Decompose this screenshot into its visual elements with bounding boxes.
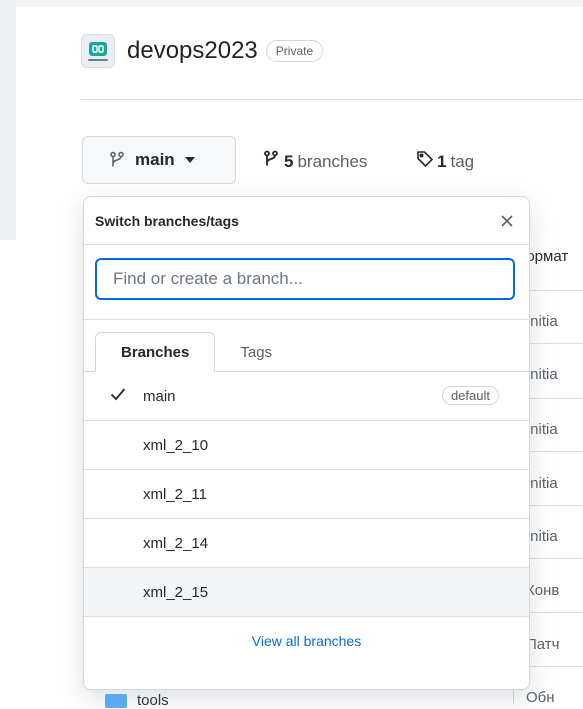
git-branch-icon: [109, 151, 125, 169]
branches-label: branches: [297, 151, 368, 171]
commit-message[interactable]: Обн: [526, 689, 555, 706]
tags-label: tag: [450, 151, 475, 171]
close-icon[interactable]: [501, 211, 513, 231]
branch-name: xml_2_11: [143, 485, 207, 503]
branch-search-input[interactable]: [95, 258, 515, 300]
commit-message[interactable]: Initia: [526, 421, 558, 438]
branch-item-main[interactable]: main default: [84, 372, 529, 421]
commit-message[interactable]: Initia: [526, 528, 558, 545]
search-section: [84, 245, 529, 320]
check-icon: [110, 387, 126, 405]
branch-item[interactable]: xml_2_14: [84, 519, 529, 568]
branch-switch-dropdown: Switch branches/tags Branches Tags main …: [83, 196, 530, 690]
branch-select-button[interactable]: main: [82, 136, 236, 184]
branch-item[interactable]: xml_2_10: [84, 421, 529, 470]
default-badge: default: [441, 386, 499, 405]
commit-message[interactable]: Конв: [526, 582, 559, 599]
tab-tags[interactable]: Tags: [215, 332, 297, 372]
view-all-branches-link[interactable]: View all branches: [84, 617, 529, 665]
top-strip: [0, 0, 583, 7]
branch-item[interactable]: xml_2_11: [84, 470, 529, 519]
current-branch-label: main: [135, 150, 175, 169]
header-divider: [81, 99, 583, 100]
dropdown-header: Switch branches/tags: [84, 197, 529, 245]
left-strip: [0, 0, 16, 240]
branch-name: xml_2_15: [143, 583, 209, 601]
org-logo-icon: [89, 41, 107, 56]
git-branch-icon: [264, 150, 278, 173]
tags-count-link[interactable]: 1 tag: [416, 150, 474, 173]
branch-item[interactable]: xml_2_15: [84, 568, 529, 617]
dropdown-title: Switch branches/tags: [95, 212, 239, 229]
branch-name: main: [143, 387, 176, 405]
tab-branches[interactable]: Branches: [95, 332, 216, 372]
folder-name[interactable]: tools: [137, 692, 169, 709]
branches-count-link[interactable]: 5 branches: [264, 150, 367, 173]
branch-name: xml_2_14: [143, 534, 209, 552]
caret-down-icon: [184, 157, 195, 163]
file-row-tools[interactable]: tools: [105, 692, 169, 709]
commit-message[interactable]: Патч: [526, 636, 559, 653]
repo-avatar[interactable]: [81, 34, 115, 68]
branches-count: 5: [284, 151, 294, 171]
visibility-badge: Private: [265, 40, 324, 62]
folder-icon: [105, 693, 127, 708]
repo-header: devops2023 Private: [81, 34, 324, 68]
org-logo-wordmark: [88, 58, 108, 61]
commit-message[interactable]: Initia: [526, 313, 558, 330]
commit-message[interactable]: Initia: [526, 475, 558, 492]
dropdown-tabs: Branches Tags: [84, 320, 529, 372]
repo-name-link[interactable]: devops2023: [127, 37, 258, 65]
tags-count: 1: [437, 151, 447, 171]
commit-message[interactable]: Initia: [526, 366, 558, 383]
tag-icon: [416, 150, 434, 173]
branch-name: xml_2_10: [143, 436, 209, 454]
